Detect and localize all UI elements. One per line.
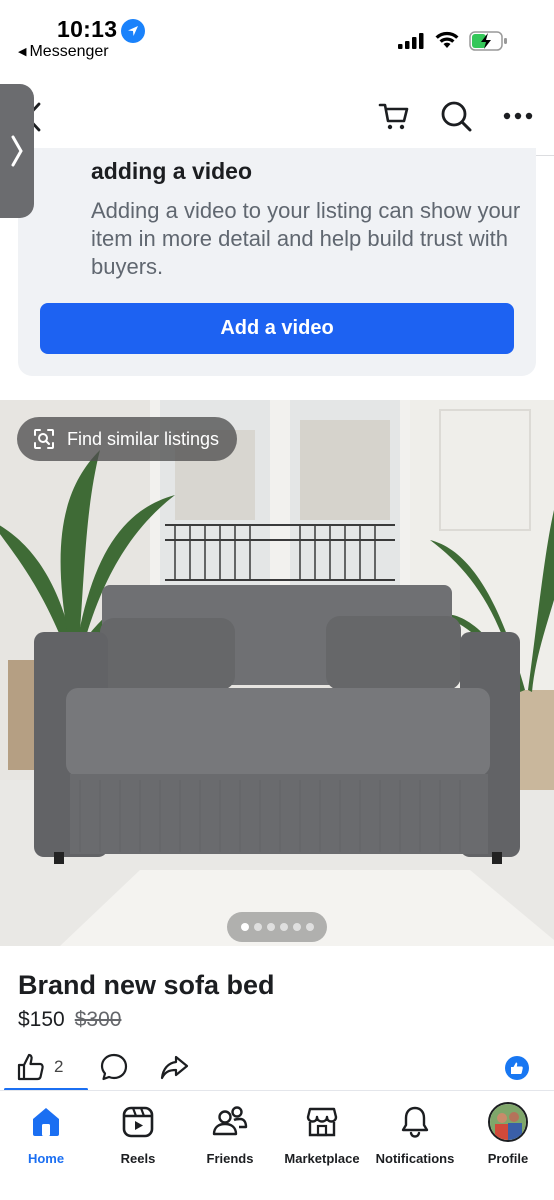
tab-label: Home [27,1151,65,1166]
add-video-button[interactable]: Add a video [40,303,514,354]
card-description: Adding a video to your listing can show … [91,198,521,279]
chevron-right-icon [11,135,23,167]
marketplace-icon [306,1107,338,1137]
tab-label: Profile [487,1151,529,1166]
like-button[interactable]: 2 [16,1052,63,1082]
status-bar: 10:13 ◀ Messenger [0,0,554,70]
back-to-app-link[interactable]: ◀ Messenger [18,43,109,61]
search-icon[interactable] [438,98,474,134]
price-row: $150 $300 [18,1008,121,1032]
tab-label: Notifications [375,1151,455,1166]
reels-icon [122,1106,154,1138]
tab-label: Friends [206,1151,254,1166]
find-similar-label: Find similar listings [67,428,220,449]
pagination-dot[interactable] [279,923,288,931]
bell-icon [401,1106,429,1138]
like-reaction-badge-icon [505,1056,529,1080]
visual-search-icon [34,429,54,449]
pagination-dot[interactable] [266,923,275,931]
tab-notifications[interactable]: Notifications [369,1103,461,1166]
tab-friends[interactable]: Friends [184,1103,276,1166]
image-pagination-dots[interactable] [227,912,327,942]
battery-charging-icon [469,31,507,51]
back-app-label: Messenger [29,43,109,60]
tab-label: Reels [120,1151,156,1166]
pagination-dot[interactable] [292,923,301,931]
tab-home[interactable]: Home [0,1103,92,1166]
more-options-icon[interactable] [500,98,536,134]
share-arrow-icon [160,1055,189,1080]
comment-icon [100,1053,128,1081]
tab-marketplace[interactable]: Marketplace [276,1103,368,1166]
tab-label: Marketplace [284,1151,360,1166]
share-button[interactable] [159,1052,189,1087]
cellular-signal-icon [398,33,424,49]
card-title: adding a video [91,158,253,184]
pagination-dot[interactable] [305,923,314,931]
cart-icon[interactable] [376,98,412,134]
pagination-dot[interactable] [253,923,262,931]
listing-title: Brand new sofa bed [18,970,275,1000]
tab-reels[interactable]: Reels [92,1103,184,1166]
reaction-bar: 2 [0,1050,554,1090]
sofa-photo-illustration [0,400,554,946]
bottom-tab-bar: Home Reels Friends Marketplace Notificat… [0,1090,554,1200]
like-count: 2 [54,1057,64,1076]
home-icon [33,1108,59,1136]
original-price: $300 [74,1008,122,1031]
tab-profile[interactable]: Profile [462,1102,554,1166]
avatar [488,1102,528,1142]
side-panel-handle[interactable] [0,84,34,218]
location-arrow-icon [121,19,145,43]
current-price: $150 [18,1008,65,1031]
find-similar-listings-button[interactable]: Find similar listings [17,417,238,461]
add-video-card: adding a video Adding a video to your li… [18,148,536,376]
comment-button[interactable] [99,1052,129,1087]
friends-icon [212,1106,248,1136]
wifi-icon [435,31,459,48]
listing-header [0,70,554,156]
listing-photo[interactable]: Find similar listings [0,400,554,946]
status-time: 10:13 [57,16,118,42]
thumbs-up-icon [17,1053,44,1081]
pagination-dot[interactable] [240,923,249,931]
